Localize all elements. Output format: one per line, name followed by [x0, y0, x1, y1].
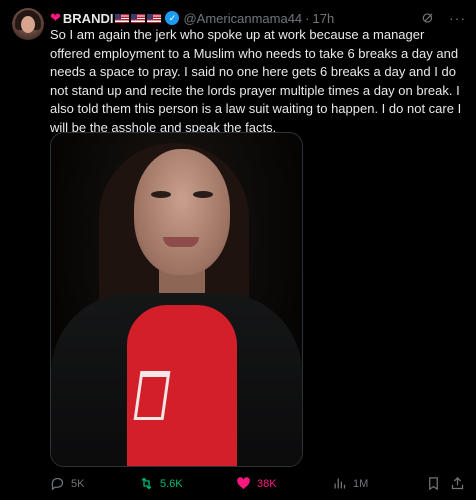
bookmark-button[interactable]: [426, 476, 441, 491]
photo-mouth: [163, 237, 199, 247]
reply-count: 5K: [71, 477, 85, 490]
reply-button[interactable]: 5K: [50, 476, 84, 491]
like-count: 38K: [257, 477, 277, 490]
like-button[interactable]: 38K: [236, 476, 277, 491]
post-timestamp[interactable]: 17h: [313, 11, 335, 26]
user-handle[interactable]: @Americanmama44: [183, 11, 302, 26]
like-icon: [237, 477, 250, 490]
views-icon: [334, 478, 346, 489]
share-icon: [451, 476, 464, 490]
repost-count: 5.6K: [160, 477, 183, 490]
action-bar: 5K 5.6K 38K 1M: [50, 476, 466, 492]
us-flag-icon: [147, 13, 162, 23]
repost-icon: [141, 477, 152, 490]
views-button[interactable]: 1M: [332, 476, 368, 491]
share-button[interactable]: [450, 476, 465, 491]
more-icon[interactable]: ···: [449, 10, 466, 26]
photo-eye-left: [151, 191, 171, 198]
avatar[interactable]: [12, 8, 44, 40]
reply-icon: [51, 477, 64, 491]
bookmark-icon: [429, 477, 438, 491]
views-count: 1M: [353, 477, 369, 490]
post-text: So I am again the jerk who spoke up at w…: [50, 27, 462, 135]
heart-emoji: ❤: [50, 10, 61, 25]
verified-badge-icon[interactable]: ✓: [165, 11, 180, 25]
grok-icon[interactable]: [421, 11, 435, 25]
avatar-face: [21, 16, 35, 33]
display-name[interactable]: BRANDI: [63, 11, 114, 26]
photo-eye-right: [193, 191, 213, 198]
separator-dot: ·: [305, 10, 310, 26]
photo-face: [134, 149, 230, 275]
us-flag-icon: [115, 13, 130, 23]
post-header: ❤ BRANDI ✓ @Americanmama44 · 17h ···: [50, 9, 466, 27]
us-flag-icon: [131, 13, 146, 23]
post-photo[interactable]: [50, 132, 303, 467]
repost-button[interactable]: 5.6K: [139, 476, 183, 491]
